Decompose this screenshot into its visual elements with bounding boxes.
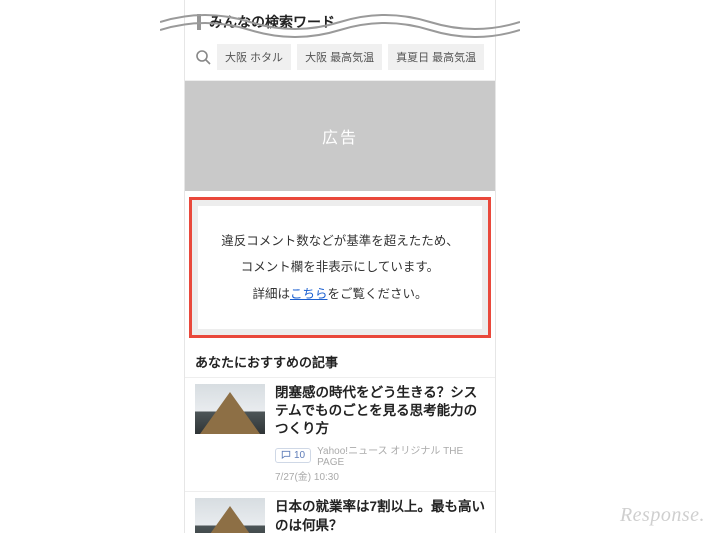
comment-count-pill[interactable]: 10 xyxy=(275,448,311,463)
article-source: Yahoo!ニュース オリジナル THE PAGE xyxy=(317,442,485,468)
notice-line: 詳細はこちらをご覧ください。 xyxy=(212,281,468,307)
ad-banner[interactable]: 広告 xyxy=(185,81,495,191)
mobile-screen: みんなの検索ワード 大阪 ホタル 大阪 最高気温 真夏日 最高気温 広告 違反コ… xyxy=(184,0,496,533)
notice-line: 違反コメント数などが基準を超えたため、 xyxy=(212,228,468,254)
comment-count: 10 xyxy=(294,450,305,461)
search-chip[interactable]: 大阪 ホタル xyxy=(217,44,291,70)
search-icon[interactable] xyxy=(195,49,211,65)
notice-text: をご覧ください。 xyxy=(328,287,428,301)
article-body: 日本の就業率は7割以上。最も高いのは何県？ xyxy=(275,498,485,533)
search-section-title: みんなの検索ワード xyxy=(209,12,335,32)
comment-icon xyxy=(281,450,291,460)
article-item[interactable]: 閉塞感の時代をどう生きる？システムでものごとを見る思考能力のつくり方 10 Ya… xyxy=(185,377,495,492)
article-meta-date: 7/27(金) 10:30 xyxy=(275,468,485,483)
article-thumbnail xyxy=(195,384,265,434)
article-title: 閉塞感の時代をどう生きる？システムでものごとを見る思考能力のつくり方 xyxy=(275,384,485,439)
article-date: 7/27(金) 10:30 xyxy=(275,468,339,483)
notice-line: コメント欄を非表示にしています。 xyxy=(212,254,468,280)
comment-disabled-highlight: 違反コメント数などが基準を超えたため、 コメント欄を非表示にしています。 詳細は… xyxy=(189,197,491,338)
search-chip[interactable]: 大阪 最高気温 xyxy=(297,44,382,70)
search-keyword-row: 大阪 ホタル 大阪 最高気温 真夏日 最高気温 xyxy=(185,38,495,81)
article-title: 日本の就業率は7割以上。最も高いのは何県？ xyxy=(275,498,485,533)
ad-label: 広告 xyxy=(322,124,358,148)
recommended-section-title: あなたにおすすめの記事 xyxy=(185,346,495,377)
notice-details-link[interactable]: こちら xyxy=(290,287,328,301)
section-accent-bar xyxy=(197,14,201,30)
search-section-header: みんなの検索ワード xyxy=(185,0,495,38)
search-chip[interactable]: 真夏日 最高気温 xyxy=(388,44,484,70)
notice-text: 詳細は xyxy=(252,287,290,301)
comment-disabled-notice: 違反コメント数などが基準を超えたため、 コメント欄を非表示にしています。 詳細は… xyxy=(198,206,482,329)
article-meta: 10 Yahoo!ニュース オリジナル THE PAGE xyxy=(275,442,485,468)
watermark-logo: Response. xyxy=(620,504,705,527)
article-body: 閉塞感の時代をどう生きる？システムでものごとを見る思考能力のつくり方 10 Ya… xyxy=(275,384,485,484)
article-thumbnail xyxy=(195,498,265,533)
article-item[interactable]: 日本の就業率は7割以上。最も高いのは何県？ xyxy=(185,491,495,533)
